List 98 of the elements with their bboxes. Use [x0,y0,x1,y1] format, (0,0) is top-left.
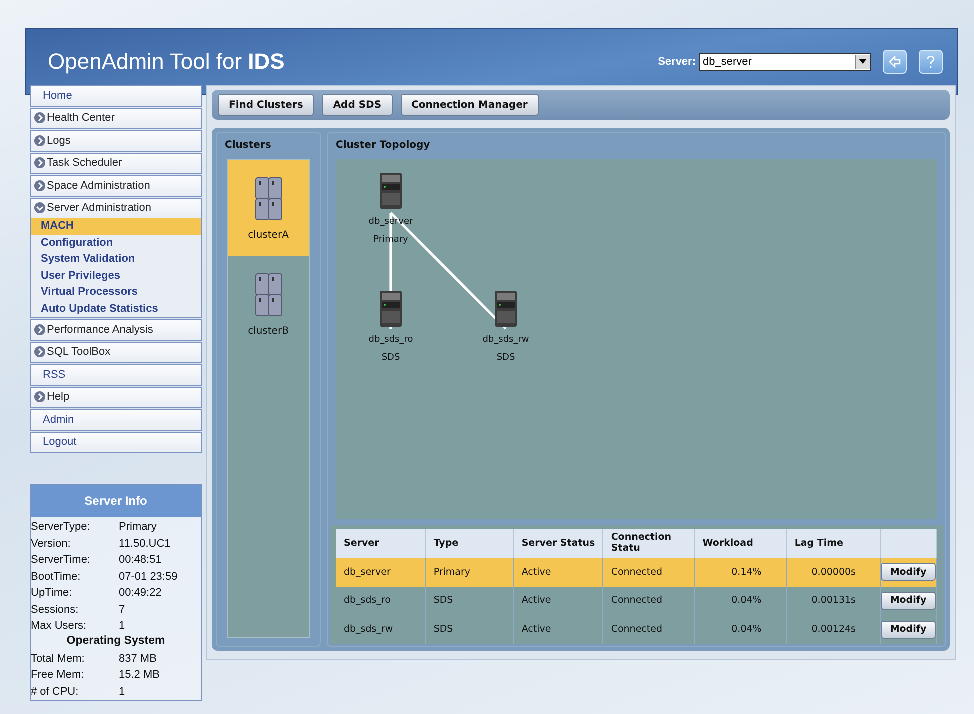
chevron-right-icon [34,391,46,404]
back-button[interactable] [883,50,907,74]
table-cell: Active [513,586,603,616]
table-cell: Connected [602,615,694,644]
panel-title: Clusters [225,140,272,150]
app-title: OpenAdmin Tool for IDS [48,48,286,74]
info-label: Max Users: [31,620,88,632]
server-icon [378,171,404,211]
nav-item[interactable]: Task Scheduler [30,152,202,174]
modify-button[interactable]: Modify [881,563,936,582]
table-cell: SDS [425,586,514,616]
info-label: # of CPU: [31,686,80,698]
table-cell: Primary [425,558,514,586]
info-value: 00:49:22 [119,587,162,600]
arrow-icon [889,56,901,68]
toolbar-button[interactable]: Connection Manager [400,94,539,116]
nav-subitem[interactable]: Configuration [31,234,201,251]
server-dropdown[interactable]: db_server [699,52,871,70]
modify-button[interactable]: Modify [881,620,936,639]
panel-title: Cluster Topology [336,140,430,150]
nav-item[interactable]: Space Administration [30,175,202,196]
table-cell: Active [513,615,603,644]
table-cell: 0.04% [694,586,786,616]
table-cell: 0.00000s [786,558,880,586]
server-label: Server: [658,56,696,68]
info-value: 15.2 MB [119,669,160,682]
server-icon [378,289,404,329]
table-cell: Connected [602,586,694,616]
nav-subitem[interactable]: System Validation [31,251,201,268]
info-value: 7 [119,604,126,616]
table-cell: 0.04% [694,615,786,644]
info-label: Sessions: [31,604,80,616]
cluster-item[interactable]: clusterA [228,160,309,256]
info-value: 11.50.UC1 [119,538,171,550]
chevron-right-icon [34,346,46,358]
info-value: 00:48:51 [119,554,162,566]
server-icon [493,289,519,329]
node-name: db_sds_ro [368,335,414,345]
info-value: 1 [119,686,126,698]
column-header: Lag Time [786,529,880,558]
table-cell: db_sds_ro [336,586,426,616]
info-label: Version: [31,538,72,550]
column-header: Connection Statu [602,529,694,558]
column-header: Type [425,529,514,558]
column-header: Server Status [513,529,603,558]
chevron-right-icon [34,134,46,147]
table-cell: Connected [602,558,694,586]
server-cluster-icon [254,176,284,222]
toolbar-button[interactable]: Add SDS [322,94,393,116]
nav-item[interactable]: Logs [30,130,202,152]
node-role: SDS [382,353,400,363]
info-value: Primary [119,521,157,534]
chevron-right-icon [34,112,46,124]
nav-item[interactable]: Health Center [30,108,202,129]
table-cell: Active [513,558,603,586]
nav-item[interactable]: Logout [30,432,202,453]
column-header: Workload [694,529,786,558]
question-icon [925,54,937,68]
table-cell: 0.00131s [786,586,880,616]
nav-item[interactable]: Admin [30,409,202,430]
table-cell: SDS [425,615,514,644]
nav-item[interactable]: SQL ToolBox [30,342,202,363]
info-value: 1 [119,620,126,632]
info-label: UpTime: [31,587,74,600]
caret-icon [859,58,867,64]
info-label: BootTime: [31,570,82,583]
nav-subitem[interactable]: Virtual Processors [31,284,201,300]
info-label: ServerTime: [31,554,92,566]
info-label: Free Mem: [31,669,86,682]
nav-item[interactable]: Help [30,386,202,408]
column-header: Server [336,529,426,558]
chevron-right-icon [34,157,46,170]
table-cell: 0.00124s [786,615,880,644]
panel-title: Server Info [84,494,148,508]
node-role: SDS [496,353,516,363]
info-value: 07-01 23:59 [119,570,178,583]
nav-subitem[interactable]: Auto Update Statistics [31,300,201,317]
toolbar-button[interactable]: Find Clusters [218,94,314,116]
nav-subitem[interactable]: User Privileges [31,268,201,284]
nav-item[interactable]: RSS [30,364,202,386]
nav-item[interactable]: Home [30,85,202,106]
table-cell: db_server [336,558,426,586]
table-cell: 0.14% [694,558,786,586]
info-label: Total Mem: [31,652,86,665]
chevron-right-icon [34,180,46,192]
nav-item[interactable]: Performance Analysis [30,319,202,340]
nav-subitem[interactable]: MACH [31,218,201,234]
chevron-down-icon [34,202,46,214]
server-cluster-icon [254,272,284,318]
help-button[interactable] [919,50,943,74]
cluster-item[interactable]: clusterB [228,256,309,352]
chevron-right-icon [34,324,46,336]
node-name: db_sds_rw [482,335,530,345]
section-heading: Operating System [66,634,166,648]
info-label: ServerType: [31,521,92,534]
info-value: 837 MB [119,652,157,665]
modify-button[interactable]: Modify [881,592,936,610]
nav-item[interactable]: Server Administration [30,198,202,219]
